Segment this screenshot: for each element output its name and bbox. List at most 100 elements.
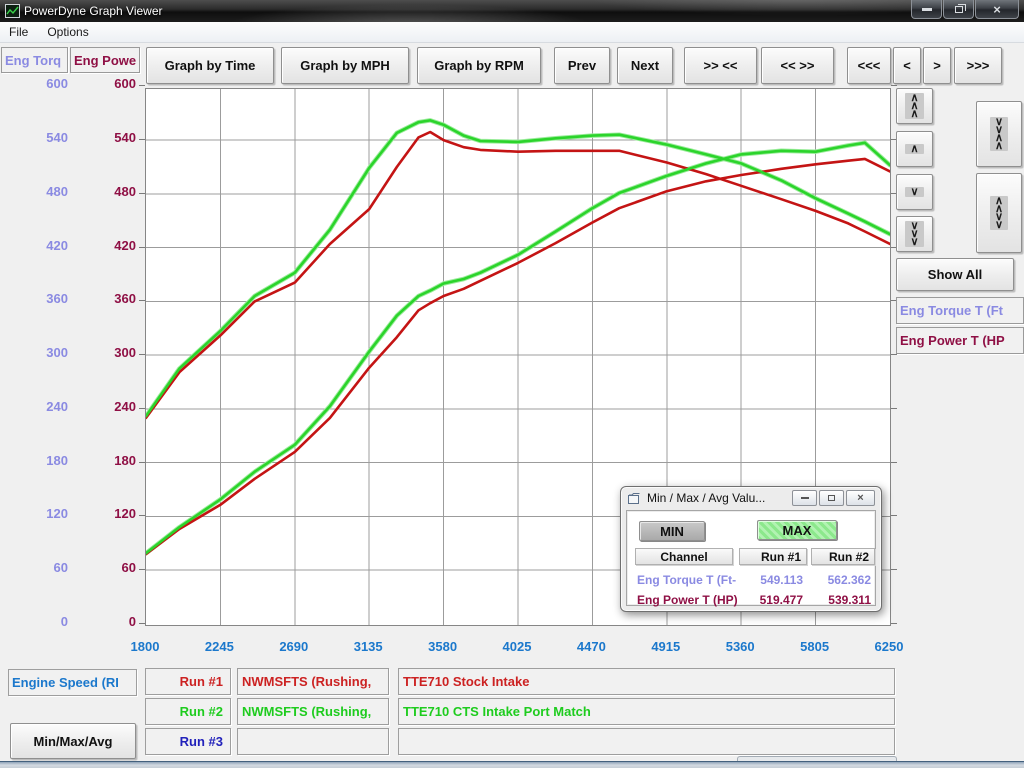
y-tick-label-power: 0 [76, 614, 136, 629]
y-tick-label-torque: 480 [8, 184, 68, 199]
chevron-expand-icon: ∧∧∨∨ [990, 196, 1008, 230]
power-row-run1-value: 519.477 [737, 593, 803, 607]
power-row-run2-value: 539.311 [809, 593, 871, 607]
y-tick-label-torque: 360 [8, 291, 68, 306]
dialog-title: Min / Max / Avg Valu... [647, 491, 765, 505]
x-tick-label: 5805 [785, 639, 845, 654]
y-scroll-down-button[interactable]: ∨ [896, 174, 933, 210]
minmax-dialog-body: MIN MAX Channel Run #1 Run #2 Eng Torque… [626, 510, 876, 606]
power-channel-box[interactable]: Eng Powe [70, 47, 140, 73]
y-zoom-out-button[interactable]: ∧∧∨∨ [976, 173, 1022, 253]
y-axis-tick-mark [139, 569, 145, 570]
y-tick-label-torque: 600 [8, 76, 68, 91]
minmax-dialog-titlebar[interactable]: Min / Max / Avg Valu... × [621, 487, 881, 509]
run2-file-box: NWMSFTS (Rushing, [237, 698, 389, 725]
dialog-minimize-button[interactable] [792, 490, 817, 506]
window-minimize-button[interactable] [911, 0, 942, 19]
y-axis-tick-mark [139, 623, 145, 624]
scroll-far-left-button[interactable]: <<< [847, 47, 891, 84]
scroll-right-button[interactable]: > [923, 47, 951, 84]
minmaxavg-button[interactable]: Min/Max/Avg [10, 723, 136, 759]
y-zoom-in-button[interactable]: ∨∨∧∧ [976, 101, 1022, 167]
y-axis-tick-mark [891, 623, 897, 624]
zoom-in-x-button[interactable]: >> << [684, 47, 757, 84]
graph-by-rpm-button[interactable]: Graph by RPM [417, 47, 541, 84]
menu-file[interactable]: File [9, 25, 28, 39]
chevron-triple-up-icon: ∧∧∧ [905, 93, 923, 119]
menu-bar: File Options [0, 22, 1024, 43]
y-tick-label-power: 180 [76, 453, 136, 468]
close-icon: × [993, 3, 1001, 16]
minimize-icon [801, 497, 809, 499]
x-tick-label: 4470 [561, 639, 621, 654]
zoom-out-x-button[interactable]: << >> [761, 47, 834, 84]
torque-series-label[interactable]: Eng Torque T (Ft [896, 297, 1024, 324]
app-icon [5, 4, 20, 18]
dialog-icon [628, 493, 641, 504]
run2-description-box: TTE710 CTS Intake Port Match [398, 698, 895, 725]
run3-description-box [398, 728, 895, 755]
y-axis-tick-mark [891, 354, 897, 355]
power-series-label[interactable]: Eng Power T (HP [896, 327, 1024, 354]
y-tick-label-power: 60 [76, 560, 136, 575]
channel-column-header: Channel [635, 548, 733, 565]
maximize-icon [828, 495, 835, 501]
run1-column-header: Run #1 [739, 548, 807, 565]
y-tick-label-power: 420 [76, 238, 136, 253]
y-axis-tick-mark [139, 85, 145, 86]
window-bottom-frame [0, 761, 1024, 768]
x-tick-label: 4915 [636, 639, 696, 654]
x-tick-label: 2690 [264, 639, 324, 654]
scroll-left-button[interactable]: < [893, 47, 921, 84]
y-axis-tick-mark [139, 300, 145, 301]
y-tick-label-torque: 300 [8, 345, 68, 360]
y-scroll-page-up-button[interactable]: ∧∧∧ [896, 88, 933, 124]
graph-by-mph-button[interactable]: Graph by MPH [281, 47, 409, 84]
graph-by-time-button[interactable]: Graph by Time [146, 47, 274, 84]
window-maximize-button[interactable] [943, 0, 974, 19]
y-axis-tick-mark [891, 462, 897, 463]
y-axis-tick-mark [139, 193, 145, 194]
show-all-button[interactable]: Show All [896, 258, 1014, 291]
y-axis-tick-mark [139, 247, 145, 248]
x-axis-channel-box[interactable]: Engine Speed (RI [8, 669, 137, 696]
y-axis-tick-mark [139, 354, 145, 355]
next-button[interactable]: Next [617, 47, 673, 84]
run3-label-box[interactable]: Run #3 [145, 728, 231, 755]
title-bar[interactable]: PowerDyne Graph Viewer × [0, 0, 1024, 22]
y-axis-tick-mark [139, 515, 145, 516]
run3-file-box [237, 728, 389, 755]
y-scroll-up-button[interactable]: ∧ [896, 131, 933, 167]
menu-options[interactable]: Options [47, 25, 88, 39]
x-tick-label: 3135 [338, 639, 398, 654]
run1-file-box: NWMSFTS (Rushing, [237, 668, 389, 695]
y-tick-label-torque: 0 [8, 614, 68, 629]
run1-label-box[interactable]: Run #1 [145, 668, 231, 695]
x-tick-label: 4025 [487, 639, 547, 654]
window-title: PowerDyne Graph Viewer [24, 0, 163, 22]
dialog-maximize-button[interactable] [819, 490, 844, 506]
y-tick-label-torque: 420 [8, 238, 68, 253]
max-tab-button[interactable]: MAX [757, 520, 837, 540]
app-window: PowerDyne Graph Viewer × File Options En… [0, 0, 1024, 768]
restore-icon [955, 6, 963, 13]
min-tab-button[interactable]: MIN [639, 521, 705, 541]
torque-channel-box[interactable]: Eng Torq [1, 47, 68, 73]
y-tick-label-power: 480 [76, 184, 136, 199]
close-icon: × [857, 493, 863, 504]
y-axis-tick-mark [891, 569, 897, 570]
window-close-button[interactable]: × [975, 0, 1019, 19]
minmax-dialog[interactable]: Min / Max / Avg Valu... × MIN MAX Channe… [620, 486, 882, 612]
y-scroll-page-down-button[interactable]: ∨∨∨ [896, 216, 933, 252]
y-tick-label-torque: 120 [8, 506, 68, 521]
dialog-close-button[interactable]: × [846, 490, 875, 506]
x-tick-label: 2245 [189, 639, 249, 654]
run2-label-box[interactable]: Run #2 [145, 698, 231, 725]
y-tick-label-power: 300 [76, 345, 136, 360]
y-axis-tick-mark [891, 85, 897, 86]
y-tick-label-torque: 60 [8, 560, 68, 575]
x-tick-label: 1800 [115, 639, 175, 654]
prev-button[interactable]: Prev [554, 47, 610, 84]
scroll-far-right-button[interactable]: >>> [954, 47, 1002, 84]
x-tick-label: 5360 [710, 639, 770, 654]
